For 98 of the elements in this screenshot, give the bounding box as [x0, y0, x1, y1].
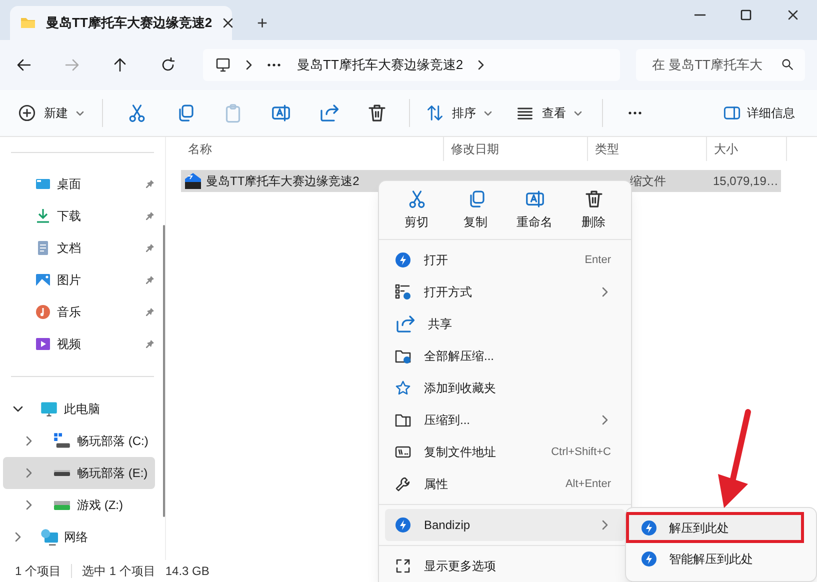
- close-tab-button[interactable]: [222, 17, 234, 29]
- overflow-icon: [267, 63, 281, 67]
- sort-button[interactable]: 排序: [420, 97, 498, 129]
- system-drive-icon: [53, 432, 71, 450]
- menu-item[interactable]: 打开方式: [385, 276, 625, 308]
- sidebar-item[interactable]: 桌面: [0, 168, 165, 200]
- add-icon: [18, 104, 36, 122]
- scissors-icon: [406, 189, 426, 209]
- lightning-icon: [395, 517, 411, 533]
- close-icon: [222, 17, 234, 29]
- close-icon: [787, 9, 799, 21]
- music-icon: [35, 304, 51, 320]
- item-count: 1 个项目: [15, 563, 62, 580]
- column-header[interactable]: 修改日期: [444, 137, 588, 161]
- sidebar-item[interactable]: 网络: [0, 521, 165, 553]
- type-cell: 缩文件: [630, 174, 666, 188]
- address-bar[interactable]: 曼岛TT摩托车大赛边缘竞速2: [203, 49, 620, 81]
- maximize-icon: [740, 9, 752, 21]
- folder-icon: [20, 15, 36, 31]
- computer-icon: [40, 400, 58, 418]
- caret-icon: [484, 109, 492, 117]
- share-icon: [319, 103, 339, 123]
- drive-icon: [54, 470, 70, 476]
- lightning-icon: [641, 550, 657, 566]
- forward-icon: [64, 57, 80, 73]
- refresh-icon: [160, 57, 176, 73]
- clipboard-icon: [223, 103, 243, 123]
- caret-icon: [76, 109, 84, 117]
- rename-icon: [271, 103, 291, 123]
- sidebar-item[interactable]: 此电脑: [0, 393, 165, 425]
- sidebar-item[interactable]: 下载: [0, 200, 165, 232]
- sidebar-item[interactable]: 畅玩部落 (C:): [3, 425, 155, 457]
- window-tab[interactable]: 曼岛TT摩托车大赛边缘竞速2: [10, 6, 232, 40]
- expand-window-icon: [395, 558, 411, 574]
- trash-icon: [367, 103, 387, 123]
- lightning-icon: [641, 520, 657, 536]
- caret-icon: [574, 109, 582, 117]
- column-header[interactable]: 大小: [707, 137, 787, 161]
- rename-icon: [524, 189, 544, 209]
- search-field[interactable]: 在 曼岛TT摩托车大: [636, 49, 805, 81]
- column-header[interactable]: 类型: [588, 137, 707, 161]
- menu-item[interactable]: 添加到收藏夹: [385, 372, 625, 404]
- picture-icon: [35, 272, 51, 288]
- drive-icon: [54, 500, 70, 510]
- scissors-icon: [127, 103, 147, 123]
- open-with-icon: [395, 284, 411, 300]
- zip-file-icon: [184, 172, 202, 190]
- document-icon: [35, 240, 51, 256]
- file-name: 曼岛TT摩托车大赛边缘竞速2: [206, 173, 360, 190]
- sort-icon: [426, 104, 444, 122]
- sidebar-item[interactable]: 畅玩部落 (E:): [3, 457, 155, 489]
- more-icon: [628, 111, 642, 115]
- cut-button[interactable]: 剪切: [388, 184, 444, 236]
- network-icon: [40, 528, 58, 546]
- folder-extract-icon: [395, 348, 411, 364]
- sidebar-item[interactable]: 图片: [0, 264, 165, 296]
- wrench-icon: [395, 476, 411, 492]
- delete-button[interactable]: 删除: [566, 184, 622, 236]
- sidebar-item[interactable]: 文档: [0, 232, 165, 264]
- menu-item[interactable]: 压缩到...: [385, 404, 625, 436]
- rename-button[interactable]: 重命名: [506, 184, 562, 236]
- view-button[interactable]: 查看: [510, 97, 588, 129]
- menu-item[interactable]: 共享: [385, 308, 625, 340]
- menu-item[interactable]: 全部解压缩...: [385, 340, 625, 372]
- breadcrumb[interactable]: 曼岛TT摩托车大赛边缘竞速2: [297, 55, 464, 75]
- new-button[interactable]: 新建: [10, 97, 92, 129]
- menu-item[interactable]: 显示更多选项: [385, 550, 625, 582]
- desktop-icon: [35, 176, 51, 192]
- trash-icon: [584, 189, 604, 209]
- archive-folder-icon: [395, 412, 411, 428]
- menu-item[interactable]: Bandizip: [385, 509, 625, 541]
- details-pane-icon: [723, 104, 741, 122]
- sidebar-item[interactable]: 游戏 (Z:): [3, 489, 155, 521]
- sidebar-item[interactable]: 音乐: [0, 296, 165, 328]
- size-cell: 15,079,19…: [713, 174, 778, 188]
- copy-button[interactable]: 复制: [448, 184, 504, 236]
- details-button[interactable]: 详细信息: [717, 97, 801, 129]
- menu-item[interactable]: 打开 Enter: [385, 244, 625, 276]
- selection-size: 14.3 GB: [165, 563, 210, 580]
- menu-item[interactable]: 智能解压到此处: [626, 543, 804, 574]
- monitor-icon: [215, 57, 231, 73]
- menu-item[interactable]: 解压到此处: [626, 512, 804, 543]
- menu-item[interactable]: 复制文件地址 Ctrl+Shift+C: [385, 436, 625, 468]
- menu-item[interactable]: 属性 Alt+Enter: [385, 468, 625, 500]
- up-icon: [112, 57, 128, 73]
- sidebar-item[interactable]: 视频: [0, 328, 165, 360]
- share-icon: [395, 314, 415, 334]
- lightning-icon: [395, 252, 411, 268]
- search-icon: [781, 58, 795, 72]
- selection-count: 选中 1 个项目: [82, 563, 156, 580]
- back-icon: [16, 57, 32, 73]
- download-icon: [35, 208, 51, 224]
- new-tab-button[interactable]: +: [257, 14, 268, 32]
- column-header[interactable]: 名称: [181, 137, 444, 161]
- scrollbar[interactable]: [163, 225, 165, 517]
- path-icon: [395, 444, 411, 460]
- star-icon: [395, 380, 411, 396]
- video-icon: [35, 336, 51, 352]
